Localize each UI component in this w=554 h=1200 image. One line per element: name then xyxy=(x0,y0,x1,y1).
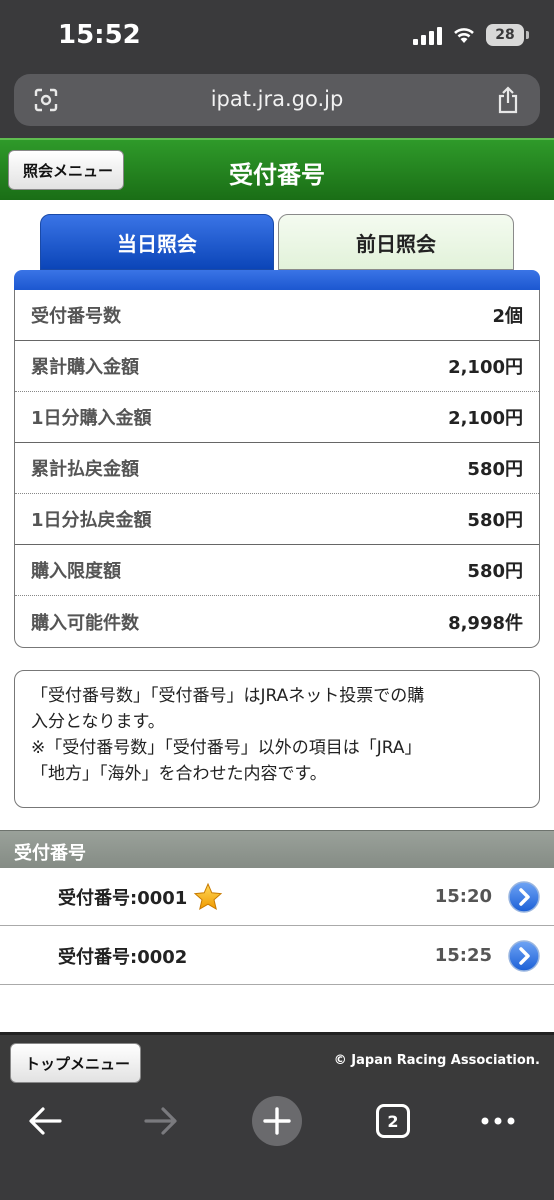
summary-value: 580円 xyxy=(467,459,523,480)
summary-label: 1日分購入金額 xyxy=(31,408,152,429)
tab-strip xyxy=(14,270,540,290)
back-arrow-icon[interactable] xyxy=(28,1106,62,1136)
inquiry-tabs: 当日照会 前日照会 xyxy=(14,214,540,290)
note-line: ※「受付番号数」「受付番号」以外の項目は「JRA」 xyxy=(31,738,422,758)
receipt-row-0001[interactable]: 受付番号:0001 15:20 xyxy=(0,868,554,926)
page-title: 受付番号 xyxy=(229,161,325,189)
summary-value: 580円 xyxy=(467,510,523,531)
url-text: ipat.jra.go.jp xyxy=(210,87,344,111)
battery-icon: 28 xyxy=(486,24,529,46)
tab-switcher-button[interactable]: 2 xyxy=(376,1104,410,1138)
browser-toolbar: 2 xyxy=(0,1090,554,1200)
note-line: 入分となります。 xyxy=(31,712,165,732)
summary-label: 購入可能件数 xyxy=(31,612,139,634)
status-time: 15:52 xyxy=(58,20,141,50)
forward-arrow-icon[interactable] xyxy=(144,1106,178,1136)
summary-label: 累計払戻金額 xyxy=(31,459,139,480)
receipt-time: 15:20 xyxy=(434,886,492,907)
summary-row: 購入限度額 580円 xyxy=(15,545,539,596)
summary-value: 2個 xyxy=(492,306,523,327)
tab-previous-day[interactable]: 前日照会 xyxy=(278,214,514,270)
tab-today[interactable]: 当日照会 xyxy=(40,214,274,270)
summary-value: 8,998件 xyxy=(448,612,523,634)
new-tab-button[interactable] xyxy=(252,1096,302,1146)
summary-label: 1日分払戻金額 xyxy=(31,510,152,531)
note-line: 「受付番号数」「受付番号」はJRAネット投票での購 xyxy=(31,686,425,706)
summary-row: 1日分購入金額 2,100円 xyxy=(15,392,539,443)
browser-url-area: ipat.jra.go.jp xyxy=(0,70,554,138)
summary-row: 購入可能件数 8,998件 xyxy=(15,596,539,647)
chevron-right-icon[interactable] xyxy=(508,939,540,972)
summary-label: 受付番号数 xyxy=(31,306,121,327)
copyright-text: © Japan Racing Association. xyxy=(333,1053,540,1068)
plus-icon xyxy=(263,1107,291,1135)
receipt-number-label: 受付番号:0002 xyxy=(58,946,188,968)
summary-value: 2,100円 xyxy=(448,357,523,378)
top-menu-button[interactable]: トップメニュー xyxy=(10,1043,142,1083)
star-icon xyxy=(193,882,223,910)
receipt-row-0002[interactable]: 受付番号:0002 15:25 xyxy=(0,927,554,985)
receipt-time: 15:25 xyxy=(434,945,492,966)
chevron-right-icon[interactable] xyxy=(508,880,540,913)
summary-value: 580円 xyxy=(467,561,523,582)
summary-row: 累計払戻金額 580円 xyxy=(15,443,539,494)
page-header: 照会メニュー 受付番号 xyxy=(0,138,554,200)
wifi-icon xyxy=(454,28,474,43)
summary-label: 累計購入金額 xyxy=(31,357,139,378)
note-line: 「地方」「海外」を合わせた内容です。 xyxy=(31,764,327,784)
more-options-icon[interactable] xyxy=(480,1116,516,1126)
summary-value: 2,100円 xyxy=(448,408,523,429)
summary-row: 1日分払戻金額 580円 xyxy=(15,494,539,545)
status-icons: 28 xyxy=(413,24,529,46)
summary-row: 累計購入金額 2,100円 xyxy=(15,341,539,392)
receipt-section-header: 受付番号 xyxy=(0,830,554,868)
receipt-number-label: 受付番号:0001 xyxy=(58,887,188,909)
info-note: 「受付番号数」「受付番号」はJRAネット投票での購 入分となります。 ※「受付番… xyxy=(14,670,540,808)
address-bar[interactable]: ipat.jra.go.jp xyxy=(14,74,540,126)
summary-table: 受付番号数 2個 累計購入金額 2,100円 1日分購入金額 2,100円 累計… xyxy=(14,290,540,648)
share-icon[interactable] xyxy=(496,86,520,114)
cellular-signal-icon xyxy=(413,25,442,45)
summary-row: 受付番号数 2個 xyxy=(15,290,539,341)
page-footer: トップメニュー © Japan Racing Association. xyxy=(0,1032,554,1090)
summary-label: 購入限度額 xyxy=(31,561,121,582)
status-bar: 15:52 28 xyxy=(0,0,554,70)
